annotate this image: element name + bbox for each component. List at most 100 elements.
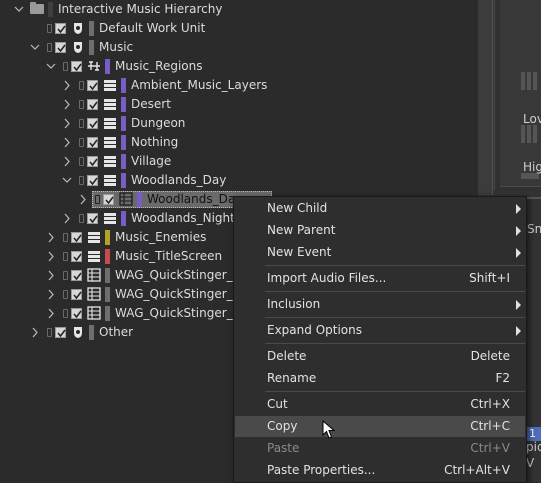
include-checkbox[interactable] xyxy=(55,42,66,53)
expand-arrow-icon[interactable] xyxy=(61,95,73,114)
segment-icon xyxy=(87,306,101,320)
tree-row[interactable]: Interactive Music Hierarchy xyxy=(0,0,478,19)
color-tag xyxy=(137,192,142,207)
tempo-tag[interactable]: 1 xyxy=(526,427,541,441)
menu-item-paste[interactable]: Paste Ctrl+V xyxy=(235,438,525,459)
tree-item-label: WAG_QuickStinger_V xyxy=(115,306,241,320)
menu-item-inclusion[interactable]: Inclusion xyxy=(235,294,525,315)
color-tag xyxy=(121,135,126,150)
color-tag xyxy=(121,211,126,226)
segment-icon xyxy=(119,192,133,206)
lock-icon[interactable] xyxy=(79,157,84,166)
color-tag xyxy=(105,59,110,74)
include-checkbox[interactable] xyxy=(87,137,98,148)
tree-row[interactable]: Dungeon xyxy=(0,114,478,133)
expand-arrow-icon[interactable] xyxy=(77,190,89,209)
expand-arrow-icon[interactable] xyxy=(45,304,57,323)
collapse-arrow-icon[interactable] xyxy=(29,38,41,57)
playlist-icon xyxy=(87,249,101,263)
expand-arrow-icon[interactable] xyxy=(45,285,57,304)
color-tag xyxy=(105,268,110,283)
menu-item-paste-properties[interactable]: Paste Properties... Ctrl+Alt+V xyxy=(235,460,525,481)
expand-arrow-icon[interactable] xyxy=(61,152,73,171)
lock-icon[interactable] xyxy=(95,195,100,204)
tree-row[interactable]: Woodlands_Day xyxy=(0,171,478,190)
menu-item-delete[interactable]: Delete Delete xyxy=(235,346,525,367)
lock-icon[interactable] xyxy=(63,62,68,71)
submenu-arrow-icon xyxy=(516,248,521,258)
include-checkbox[interactable] xyxy=(87,213,98,224)
meter-slider[interactable] xyxy=(521,125,525,143)
expand-arrow-icon[interactable] xyxy=(61,209,73,228)
lock-icon[interactable] xyxy=(79,100,84,109)
menu-item-copy[interactable]: Copy Ctrl+C xyxy=(235,416,525,437)
tree-row[interactable]: Village xyxy=(0,152,478,171)
menu-separator xyxy=(265,291,525,292)
include-checkbox[interactable] xyxy=(71,251,82,262)
include-checkbox[interactable] xyxy=(103,194,114,205)
include-checkbox[interactable] xyxy=(87,175,98,186)
expand-arrow-icon[interactable] xyxy=(61,76,73,95)
expand-arrow-icon[interactable] xyxy=(45,228,57,247)
v-label: V xyxy=(526,456,535,470)
low-label: Lov xyxy=(523,112,541,126)
collapse-arrow-icon[interactable] xyxy=(45,57,57,76)
lock-icon[interactable] xyxy=(63,309,68,318)
meter-slider[interactable] xyxy=(521,72,525,90)
lock-icon[interactable] xyxy=(63,252,68,261)
expand-arrow-icon[interactable] xyxy=(45,266,57,285)
lock-icon[interactable] xyxy=(79,138,84,147)
include-checkbox[interactable] xyxy=(71,289,82,300)
include-checkbox[interactable] xyxy=(71,308,82,319)
lock-icon[interactable] xyxy=(79,214,84,223)
lock-icon[interactable] xyxy=(63,290,68,299)
tree-row[interactable]: Nothing xyxy=(0,133,478,152)
color-tag xyxy=(48,2,53,17)
tree-row[interactable]: Music_Regions xyxy=(0,57,478,76)
lock-icon[interactable] xyxy=(79,119,84,128)
include-checkbox[interactable] xyxy=(71,270,82,281)
work-unit-icon xyxy=(71,40,85,54)
lock-icon[interactable] xyxy=(47,24,52,33)
lock-icon[interactable] xyxy=(63,233,68,242)
include-checkbox[interactable] xyxy=(71,61,82,72)
expand-arrow-icon[interactable] xyxy=(61,114,73,133)
menu-item-expand-options[interactable]: Expand Options xyxy=(235,320,525,341)
include-checkbox[interactable] xyxy=(71,232,82,243)
tree-item-label: Desert xyxy=(131,97,171,111)
collapse-arrow-icon[interactable] xyxy=(61,171,73,190)
tree-row[interactable]: Music xyxy=(0,38,478,57)
menu-separator xyxy=(265,343,525,344)
lock-icon[interactable] xyxy=(47,328,52,337)
include-checkbox[interactable] xyxy=(55,23,66,34)
include-checkbox[interactable] xyxy=(55,327,66,338)
tree-row[interactable]: Default Work Unit xyxy=(0,19,478,38)
meter-slider[interactable] xyxy=(527,72,531,90)
tree-row[interactable]: Ambient_Music_Layers xyxy=(0,76,478,95)
include-checkbox[interactable] xyxy=(87,118,98,129)
panel-border xyxy=(492,0,493,195)
lock-icon[interactable] xyxy=(63,271,68,280)
menu-item-new-child[interactable]: New Child xyxy=(235,198,525,219)
menu-item-rename[interactable]: Rename F2 xyxy=(235,368,525,389)
expand-arrow-icon[interactable] xyxy=(45,247,57,266)
include-checkbox[interactable] xyxy=(87,156,98,167)
menu-item-label: New Child xyxy=(267,201,328,215)
menu-item-import-audio[interactable]: Import Audio Files... Shift+I xyxy=(235,268,525,289)
tree-row[interactable]: Desert xyxy=(0,95,478,114)
expand-arrow-icon[interactable] xyxy=(29,323,41,342)
menu-item-cut[interactable]: Cut Ctrl+X xyxy=(235,394,525,415)
menu-item-new-parent[interactable]: New Parent xyxy=(235,220,525,241)
menu-item-new-event[interactable]: New Event xyxy=(235,242,525,263)
meter-slider[interactable] xyxy=(533,125,537,143)
include-checkbox[interactable] xyxy=(87,99,98,110)
meter-slider[interactable] xyxy=(527,125,531,143)
lock-icon[interactable] xyxy=(79,81,84,90)
lock-icon[interactable] xyxy=(47,43,52,52)
include-checkbox[interactable] xyxy=(87,80,98,91)
expand-arrow-icon[interactable] xyxy=(61,133,73,152)
meter-slider[interactable] xyxy=(533,72,537,90)
lock-icon[interactable] xyxy=(79,176,84,185)
color-tag xyxy=(105,287,110,302)
collapse-arrow-icon[interactable] xyxy=(13,0,25,19)
